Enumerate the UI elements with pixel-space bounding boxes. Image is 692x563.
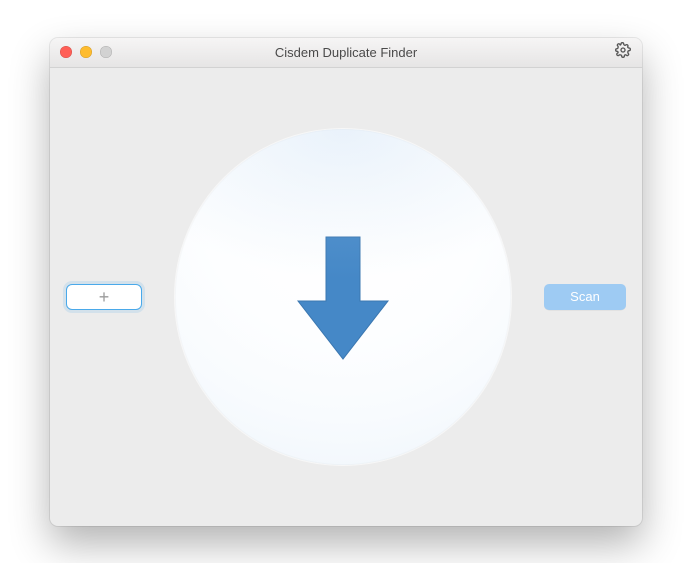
scan-button-label: Scan: [570, 289, 600, 304]
down-arrow-icon: [288, 227, 398, 367]
gear-icon: [615, 42, 631, 63]
app-window: Cisdem Duplicate Finder + Scan: [50, 38, 642, 526]
drop-target[interactable]: [175, 129, 511, 465]
scan-button[interactable]: Scan: [544, 284, 626, 310]
settings-button[interactable]: [612, 42, 634, 64]
minimize-button[interactable]: [80, 46, 92, 58]
add-button[interactable]: +: [66, 284, 142, 310]
close-button[interactable]: [60, 46, 72, 58]
plus-icon: +: [99, 288, 110, 306]
traffic-lights: [60, 46, 112, 58]
titlebar: Cisdem Duplicate Finder: [50, 38, 642, 68]
zoom-button[interactable]: [100, 46, 112, 58]
content-area: + Scan: [50, 68, 642, 526]
window-title: Cisdem Duplicate Finder: [50, 45, 642, 60]
